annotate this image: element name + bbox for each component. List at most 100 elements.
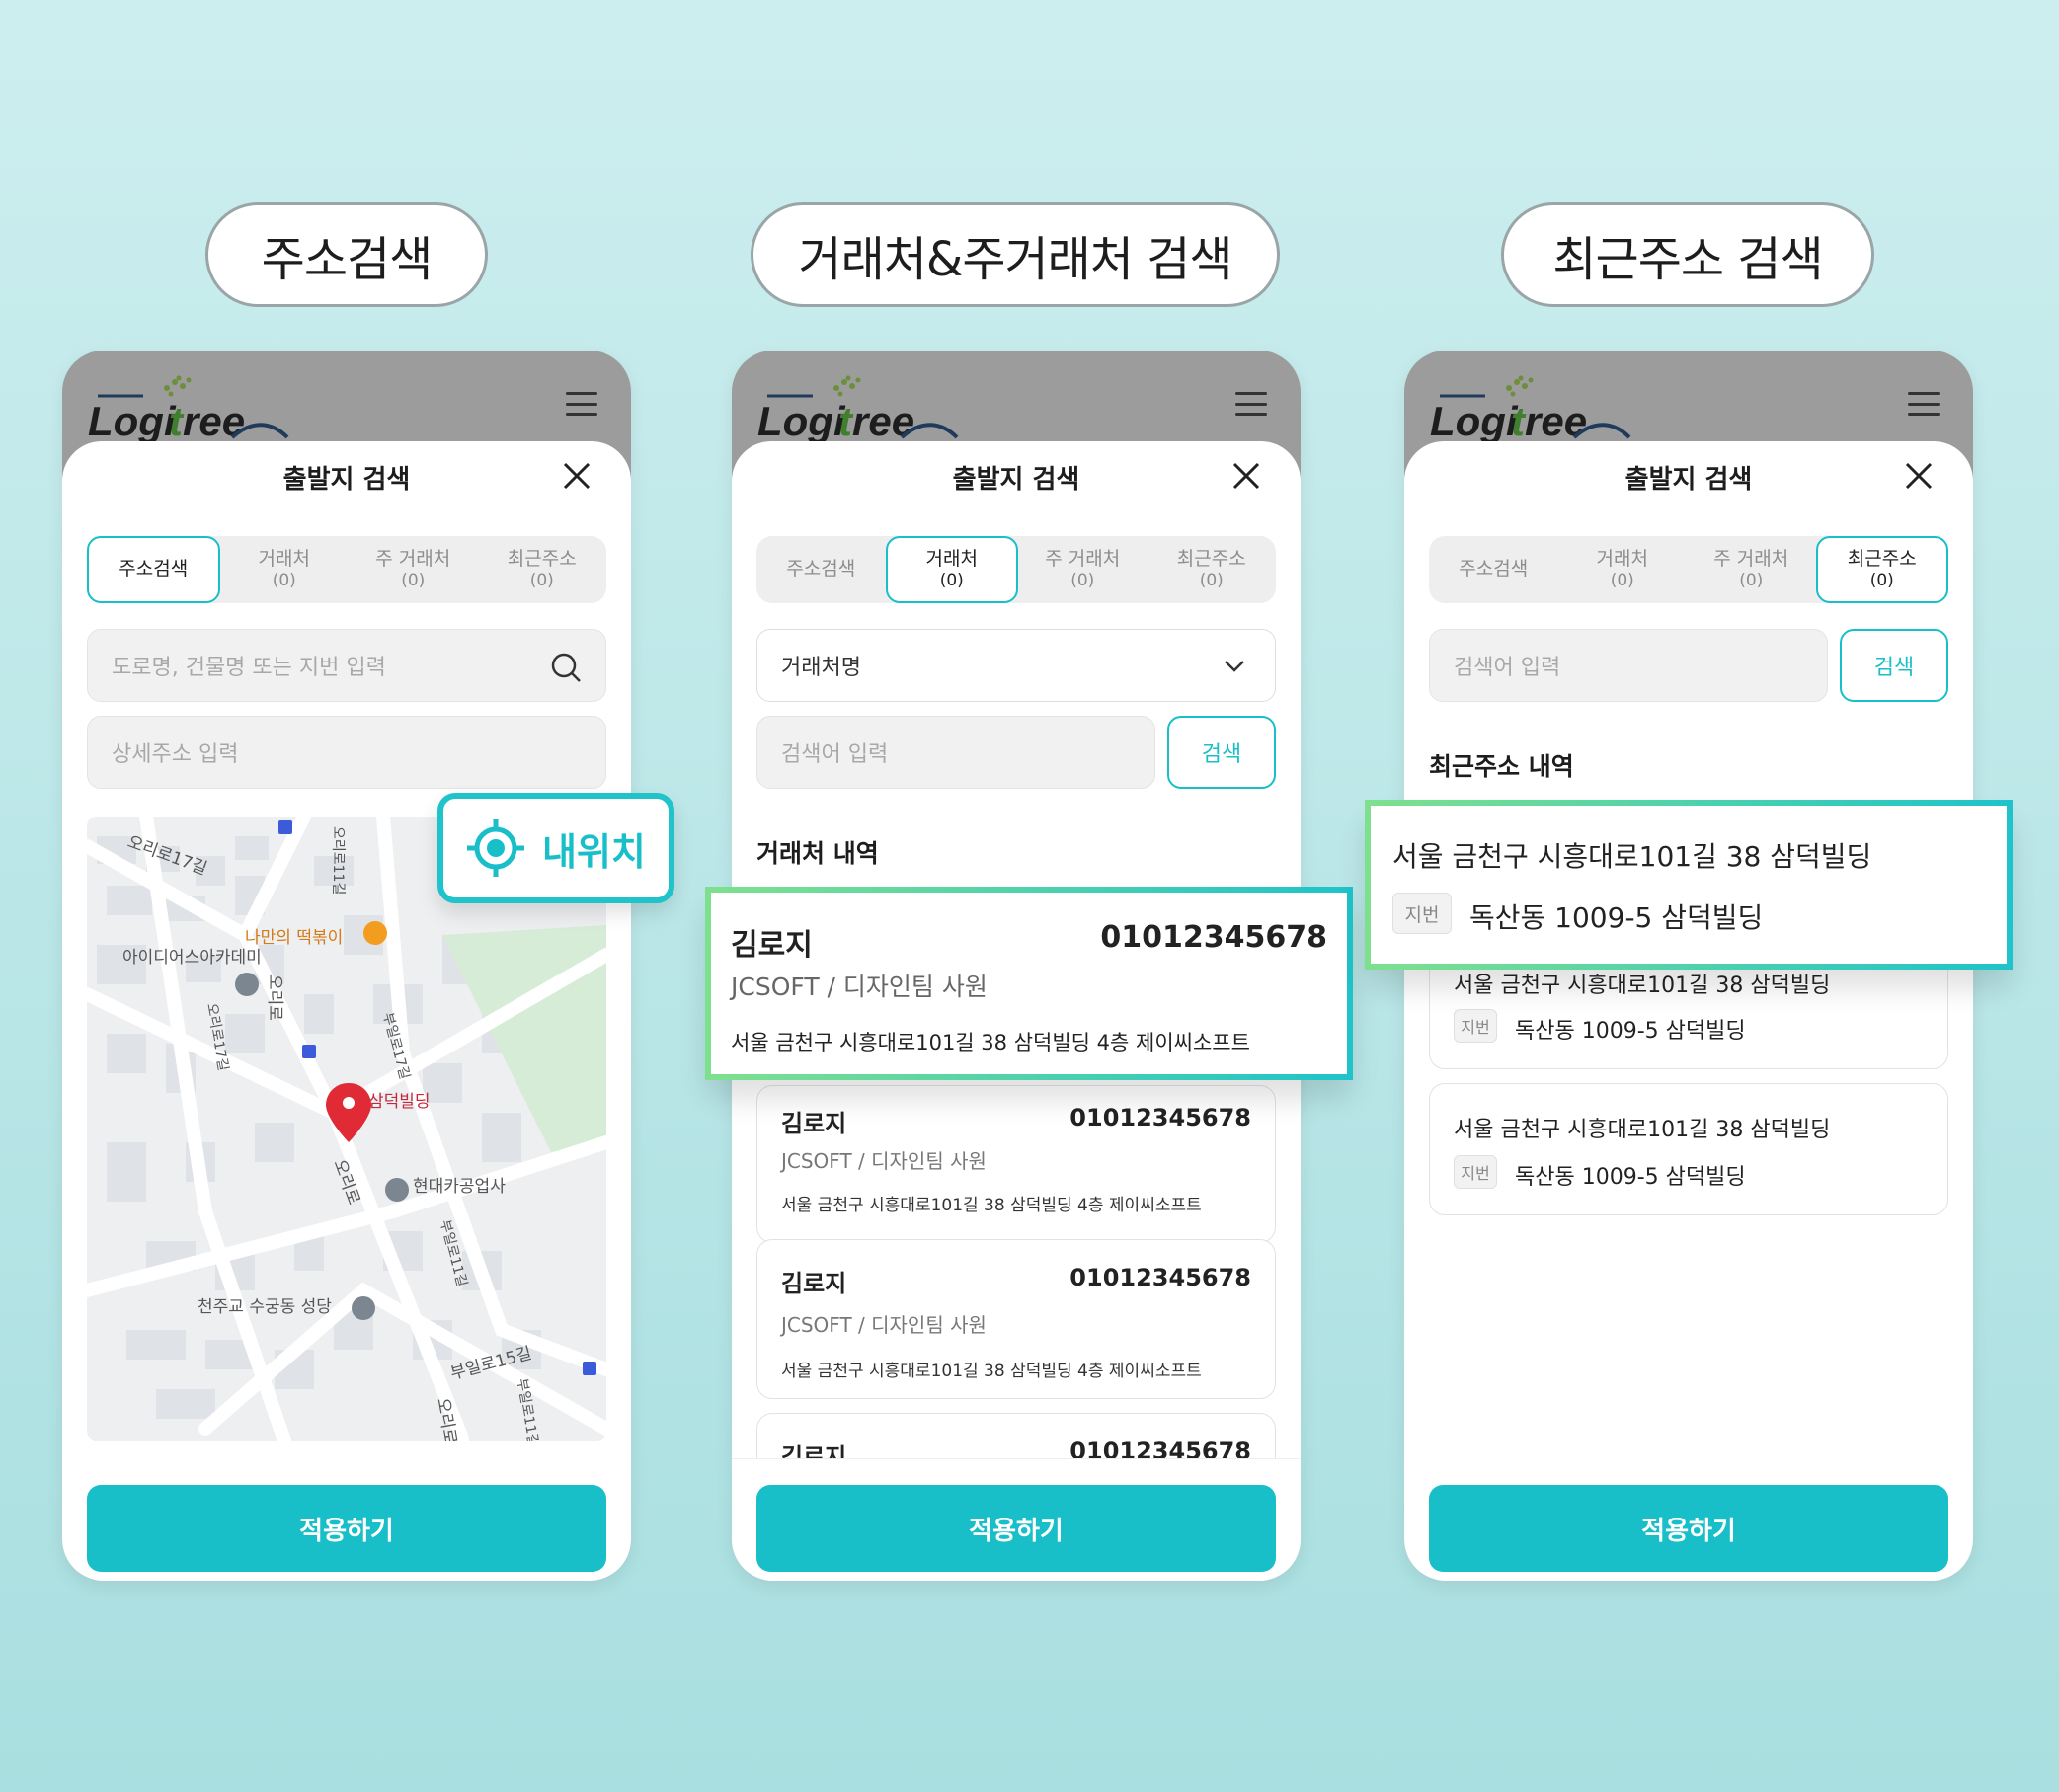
svg-text:ree: ree: [1525, 398, 1587, 444]
map-view[interactable]: 오리로17길 오리로11길 나만의 떡볶이 아이디어스아카데미 오리로 오리로1…: [87, 817, 606, 1441]
client-card[interactable]: 김로지 01012345678 JCSOFT / 디자인팀 사원 서울 금천구 …: [756, 1085, 1276, 1243]
logitree-logo: Logi t ree: [757, 375, 959, 444]
tab-client[interactable]: 거래처 (0): [885, 536, 1018, 603]
tab-label: 주 거래처: [375, 547, 451, 570]
client-phone: 01012345678: [1100, 920, 1327, 955]
apply-button[interactable]: 적용하기: [87, 1485, 606, 1572]
apply-button[interactable]: 적용하기: [756, 1485, 1276, 1572]
road-address: 서울 금천구 시흥대로101길 38 삼덕빌딩: [1454, 974, 1831, 998]
client-card[interactable]: 김로지 01012345678 JCSOFT / 디자인팀 사원 서울 금천구 …: [756, 1239, 1276, 1399]
tab-recent[interactable]: 최근주소 (0): [1148, 536, 1277, 603]
detail-address-input[interactable]: 상세주소 입력: [87, 716, 606, 789]
bottom-sheet: 출발지 검색 주소검색 거래처 (0) 주 거래처 (0) 최근주소 (0) 도로명,…: [62, 441, 631, 1581]
jibun-address: 독산동 1009-5 삼덕빌딩: [1515, 1019, 1746, 1044]
tab-label: 거래처: [925, 547, 978, 570]
svg-text:Logi: Logi: [88, 398, 177, 444]
tab-address[interactable]: 주소검색: [1429, 536, 1558, 603]
svg-text:ree: ree: [183, 398, 245, 444]
tab-count: (0): [1199, 571, 1224, 591]
my-location-label: 내위치: [542, 829, 646, 874]
tab-count: (0): [401, 571, 426, 591]
tab-count: (0): [1869, 571, 1894, 591]
my-location-icon: [467, 819, 524, 877]
sheet-title: 출발지 검색: [282, 465, 411, 495]
recent-search-button[interactable]: 검색: [1840, 629, 1948, 702]
close-icon[interactable]: [1231, 461, 1261, 491]
tab-label: 주소검색: [786, 558, 856, 581]
svg-text:ree: ree: [852, 398, 914, 444]
highlighted-client-card[interactable]: 김로지 01012345678 JCSOFT / 디자인팀 사원 서울 금천구 …: [705, 887, 1353, 1080]
menu-icon[interactable]: [566, 392, 597, 416]
bottom-sheet: 출발지 검색 주소검색 거래처 (0) 주 거래처 (0) 최근주소 (0) 검색어 …: [1404, 441, 1973, 1581]
tab-recent[interactable]: 최근주소 (0): [478, 536, 607, 603]
search-icon[interactable]: [550, 652, 582, 683]
academy-icon: [235, 973, 259, 996]
highlighted-recent-card[interactable]: 서울 금천구 시흥대로101길 38 삼덕빌딩 지번 독산동 1009-5 삼덕…: [1365, 800, 2013, 970]
sheet-title: 출발지 검색: [1624, 465, 1753, 495]
client-search-button[interactable]: 검색: [1167, 716, 1276, 789]
client-company: JCSOFT / 디자인팀 사원: [781, 1313, 987, 1337]
map-marker-label: 삼덕빌딩: [368, 1092, 431, 1112]
close-icon[interactable]: [562, 461, 592, 491]
section-header-address: 주소검색: [205, 202, 488, 307]
tab-main-client[interactable]: 주 거래처 (0): [1687, 536, 1816, 603]
tab-address[interactable]: 주소검색: [756, 536, 886, 603]
tab-label: 최근주소: [1847, 547, 1917, 570]
tab-label: 주 거래처: [1713, 547, 1789, 570]
tab-count: (0): [529, 571, 554, 591]
client-phone: 01012345678: [1069, 1104, 1251, 1131]
road-address-input[interactable]: 도로명, 건물명 또는 지번 입력: [87, 629, 606, 702]
menu-icon[interactable]: [1908, 392, 1940, 416]
tab-count: (0): [1610, 571, 1634, 591]
phone-address-search: Logi t ree 출발지 검색 주소검색 거래처 (0) 주 거래처 (0) 최…: [62, 351, 631, 1581]
client-name-dropdown[interactable]: 거래처명: [756, 629, 1276, 702]
client-search-input[interactable]: 검색어 입력: [756, 716, 1155, 789]
client-phone: 01012345678: [1069, 1264, 1251, 1291]
logitree-logo: Logi t ree: [1430, 375, 1631, 444]
tab-count: (0): [272, 571, 296, 591]
tab-main-client[interactable]: 주 거래처 (0): [1018, 536, 1148, 603]
menu-icon[interactable]: [1235, 392, 1267, 416]
tab-label: 최근주소: [1176, 547, 1246, 570]
search-tabs: 주소검색 거래처 (0) 주 거래처 (0) 최근주소 (0): [87, 536, 606, 603]
map-poi-label: 아이디어스아카데미: [122, 948, 262, 968]
jibun-tag: 지번: [1392, 893, 1452, 934]
recent-address-card[interactable]: 서울 금천구 시흥대로101길 38 삼덕빌딩 지번 독산동 1009-5 삼덕…: [1429, 1083, 1948, 1215]
client-address: 서울 금천구 시흥대로101길 38 삼덕빌딩 4층 제이씨소프트: [781, 1196, 1202, 1215]
road-address-placeholder: 도로명, 건물명 또는 지번 입력: [112, 656, 386, 680]
map-poi-label: 천주교 수궁동 성당: [198, 1297, 332, 1317]
section-header-client: 거래처&주거래처 검색: [751, 202, 1280, 307]
search-placeholder: 검색어 입력: [1454, 656, 1561, 680]
recent-search-input[interactable]: 검색어 입력: [1429, 629, 1828, 702]
tab-client[interactable]: 거래처 (0): [220, 536, 350, 603]
tab-count: (0): [1739, 571, 1764, 591]
client-address: 서울 금천구 시흥대로101길 38 삼덕빌딩 4층 제이씨소프트: [781, 1362, 1202, 1381]
section-title: 거래처 내역: [756, 839, 879, 868]
client-name: 김로지: [731, 928, 813, 963]
map-road-label: 오리로11길: [330, 826, 346, 895]
tab-label: 거래처: [258, 547, 310, 570]
jibun-tag: 지번: [1454, 1155, 1497, 1189]
tab-main-client[interactable]: 주 거래처 (0): [349, 536, 478, 603]
road-address: 서울 금천구 시흥대로101길 38 삼덕빌딩: [1454, 1118, 1831, 1142]
tab-client[interactable]: 거래처 (0): [1558, 536, 1688, 603]
tab-label: 최근주소: [507, 547, 577, 570]
close-icon[interactable]: [1904, 461, 1934, 491]
tab-recent[interactable]: 최근주소 (0): [1815, 536, 1948, 603]
search-placeholder: 검색어 입력: [781, 742, 889, 767]
road-address: 서울 금천구 시흥대로101길 38 삼덕빌딩: [1392, 840, 1872, 873]
company-icon: [385, 1178, 409, 1202]
search-tabs: 주소검색 거래처 (0) 주 거래처 (0) 최근주소 (0): [1429, 536, 1948, 603]
tab-count: (0): [939, 571, 964, 591]
tab-count: (0): [1070, 571, 1095, 591]
detail-address-placeholder: 상세주소 입력: [112, 742, 239, 767]
map-poi-label: 나만의 떡볶이: [245, 928, 343, 948]
tab-address[interactable]: 주소검색: [87, 536, 220, 603]
restaurant-icon: [363, 921, 387, 945]
client-company: JCSOFT / 디자인팀 사원: [781, 1149, 987, 1173]
tab-label: 주소검색: [119, 558, 189, 581]
apply-button[interactable]: 적용하기: [1429, 1485, 1948, 1572]
my-location-button[interactable]: 내위치: [437, 793, 674, 903]
jibun-address: 독산동 1009-5 삼덕빌딩: [1469, 901, 1764, 934]
map-canvas: 오리로17길 오리로11길 나만의 떡볶이 아이디어스아카데미 오리로 오리로1…: [87, 817, 606, 1441]
